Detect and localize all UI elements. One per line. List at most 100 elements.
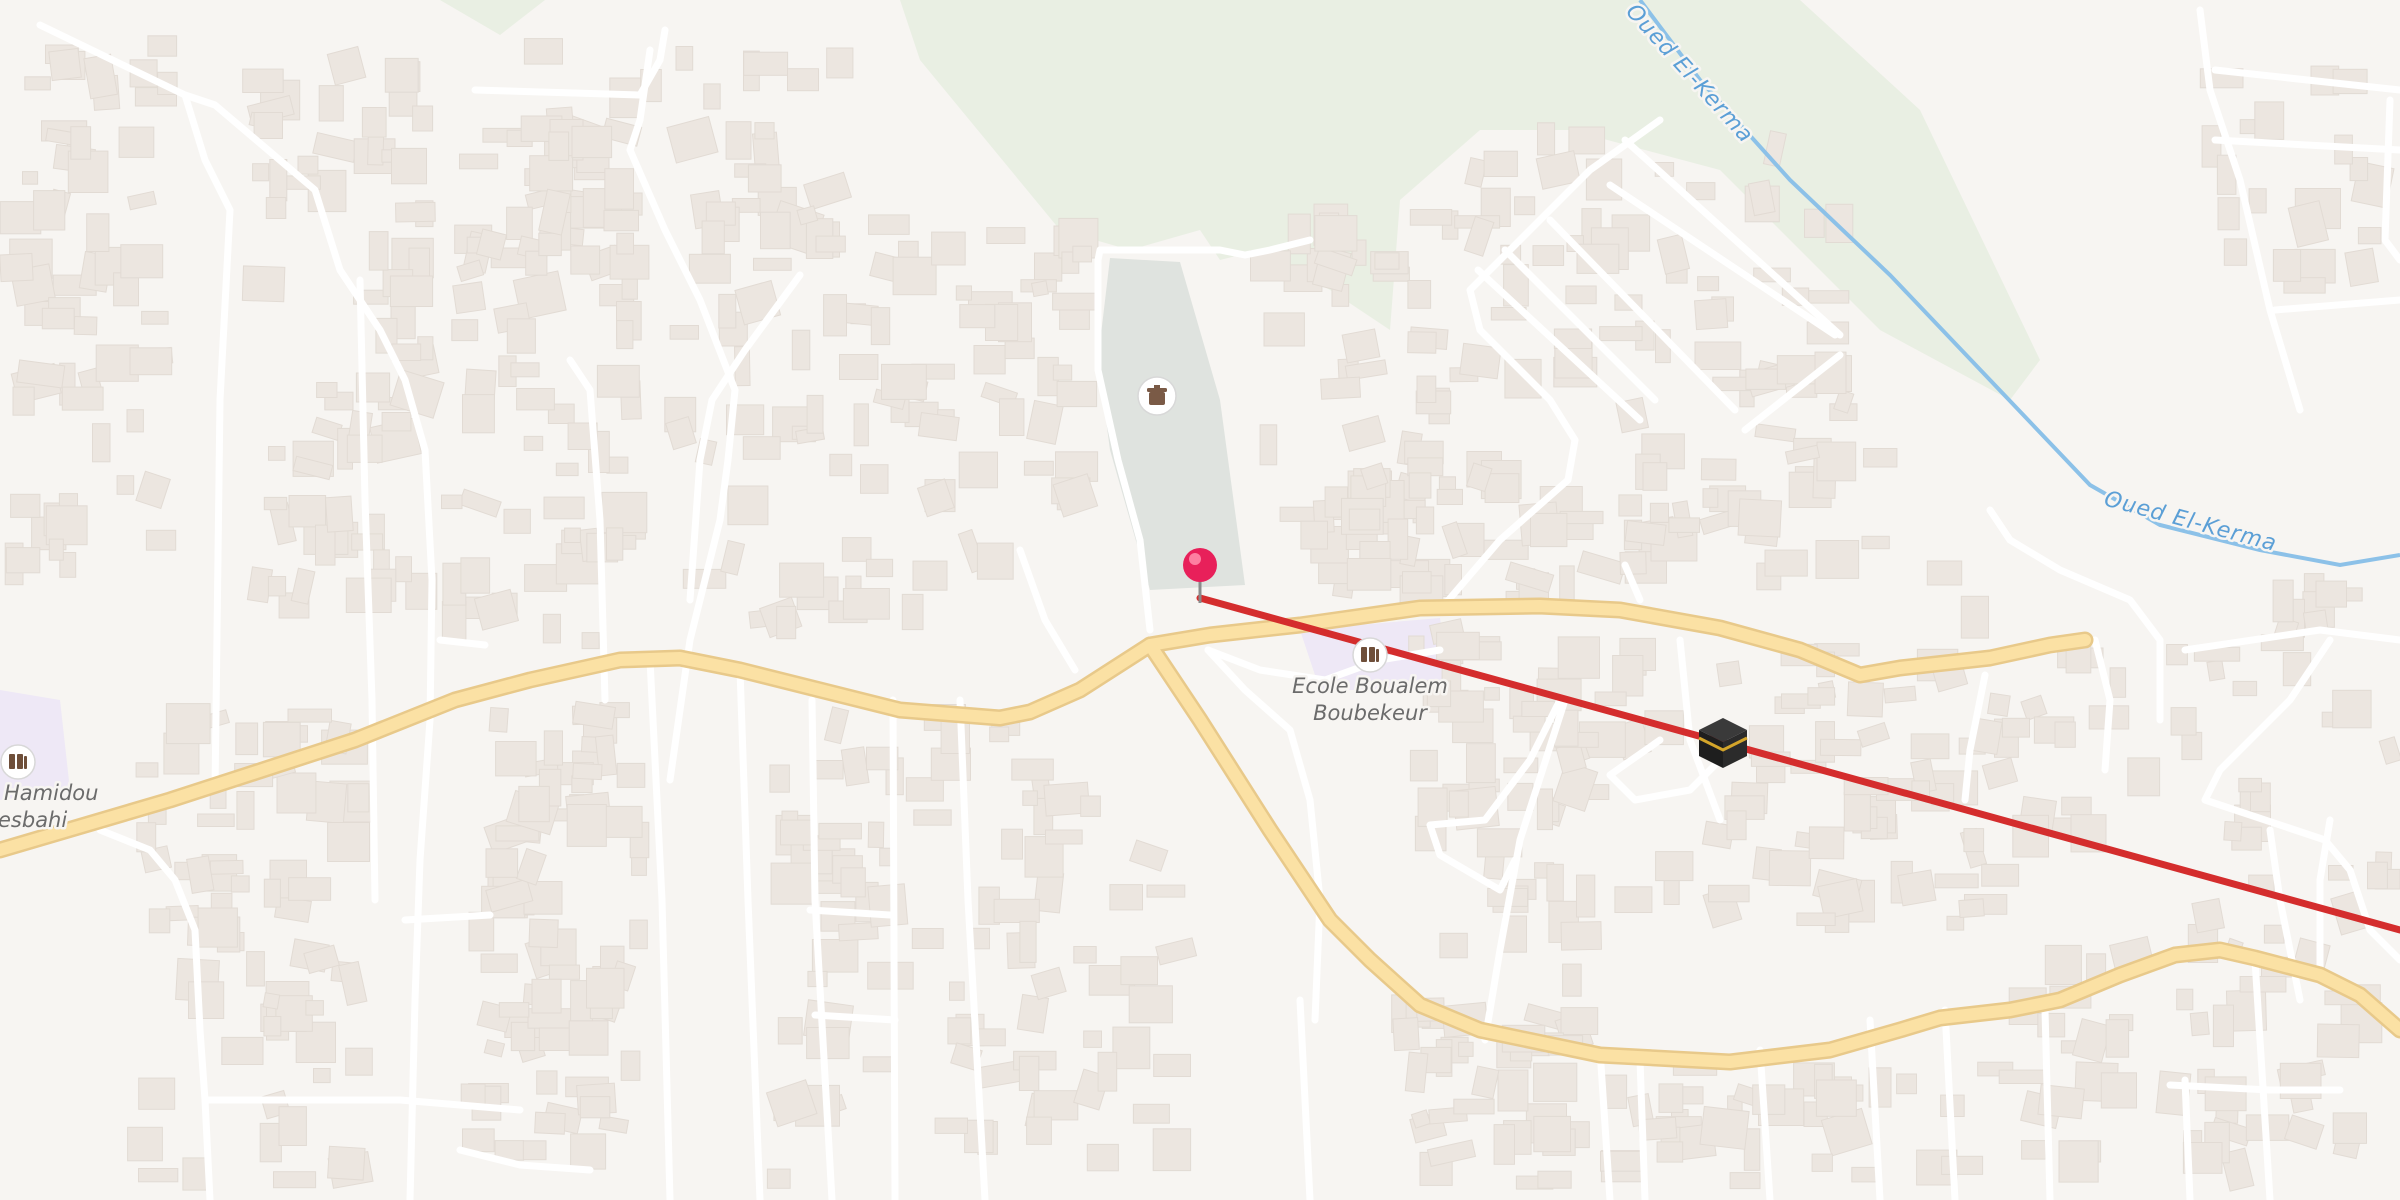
- building: [24, 76, 51, 91]
- building: [606, 527, 624, 561]
- building: [780, 819, 812, 846]
- building: [523, 38, 564, 65]
- building: [1960, 595, 1990, 639]
- building: [188, 981, 225, 1019]
- building: [620, 1050, 641, 1081]
- building: [975, 1028, 1006, 1047]
- building: [616, 232, 634, 255]
- building: [1153, 1053, 1191, 1078]
- building: [41, 307, 75, 330]
- building: [543, 730, 563, 766]
- school-icon[interactable]: [0, 744, 36, 780]
- building: [313, 1068, 331, 1084]
- building: [2054, 721, 2076, 748]
- school-label-main: Ecole Boualem: [1292, 674, 1448, 698]
- building: [262, 992, 281, 1010]
- building: [596, 364, 640, 398]
- building: [1512, 715, 1546, 733]
- building: [1863, 448, 1898, 468]
- building: [688, 253, 731, 284]
- building: [675, 46, 694, 71]
- building: [555, 462, 579, 477]
- building: [516, 388, 555, 411]
- building: [316, 382, 338, 398]
- building: [197, 907, 238, 948]
- building: [12, 386, 35, 416]
- building: [842, 588, 890, 620]
- building: [564, 527, 581, 543]
- building: [976, 542, 1014, 580]
- building: [1697, 276, 1720, 292]
- building: [747, 164, 782, 193]
- building: [1946, 915, 1965, 931]
- building: [1649, 502, 1670, 523]
- building: [818, 822, 862, 840]
- building: [1737, 498, 1783, 538]
- building: [1023, 460, 1054, 476]
- building: [1861, 535, 1890, 550]
- building: [2058, 1140, 2099, 1183]
- building: [147, 35, 178, 57]
- building: [1259, 424, 1278, 466]
- building: [1768, 850, 1812, 887]
- building: [276, 772, 317, 814]
- building: [787, 68, 819, 92]
- building: [127, 1126, 163, 1162]
- building: [823, 294, 847, 337]
- map-view[interactable]: Oued El-Kerma Oued El-Kerma Ecole Bouale…: [0, 0, 2400, 1200]
- building: [324, 495, 354, 533]
- building: [606, 456, 629, 474]
- building: [1072, 245, 1093, 263]
- building: [1033, 1090, 1079, 1121]
- building: [327, 822, 371, 862]
- building: [1699, 1105, 1750, 1150]
- building: [862, 1056, 893, 1073]
- building: [1816, 441, 1857, 482]
- building: [297, 155, 319, 175]
- building: [265, 197, 287, 219]
- building: [806, 394, 824, 434]
- building: [395, 201, 436, 223]
- building: [1815, 540, 1860, 579]
- building: [242, 68, 284, 93]
- building: [86, 213, 110, 253]
- building: [2021, 1140, 2047, 1160]
- building: [10, 493, 41, 518]
- building: [1112, 1026, 1151, 1070]
- building: [829, 453, 853, 477]
- cemetery-icon[interactable]: [1137, 376, 1177, 416]
- building: [1804, 208, 1825, 238]
- building: [1658, 1083, 1684, 1113]
- building: [148, 908, 171, 934]
- building: [33, 190, 66, 231]
- building: [2212, 1004, 2234, 1048]
- building: [305, 1000, 324, 1016]
- building: [518, 785, 550, 823]
- building: [1726, 810, 1747, 841]
- building: [770, 862, 818, 905]
- building: [1807, 687, 1836, 706]
- building: [318, 85, 344, 122]
- building: [2127, 757, 2161, 797]
- building: [870, 307, 891, 346]
- building: [2344, 247, 2379, 288]
- building: [2272, 579, 2294, 623]
- building: [1346, 558, 1392, 591]
- building: [1109, 884, 1144, 911]
- building: [1941, 1155, 1984, 1175]
- building: [138, 1077, 176, 1110]
- building: [48, 47, 82, 82]
- building: [459, 153, 499, 170]
- building: [1387, 518, 1409, 560]
- building: [1808, 826, 1845, 860]
- building: [911, 928, 944, 949]
- building: [368, 231, 389, 271]
- building: [288, 877, 332, 901]
- building: [503, 508, 531, 534]
- building: [806, 1027, 850, 1060]
- school-icon[interactable]: [1352, 637, 1388, 673]
- building: [2332, 1112, 2367, 1144]
- building: [812, 760, 844, 780]
- building: [2223, 820, 2243, 842]
- building: [1458, 1041, 1474, 1057]
